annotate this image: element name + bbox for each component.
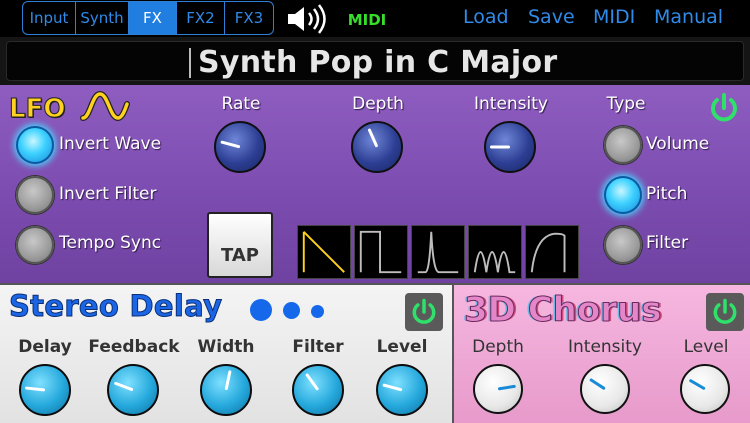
power-icon xyxy=(412,298,436,324)
lfo-power-button[interactable] xyxy=(706,90,742,126)
ramp-up-wave-icon[interactable] xyxy=(525,225,579,279)
chorus-title: 3D Chorus xyxy=(463,290,662,331)
saw-down-wave-icon[interactable] xyxy=(297,225,351,279)
midi-button[interactable]: MIDI xyxy=(593,6,635,28)
type-filter-toggle[interactable] xyxy=(604,226,642,264)
filter-knob[interactable] xyxy=(292,364,344,416)
tab-fx[interactable]: FX xyxy=(129,2,177,34)
preset-display[interactable]: Synth Pop in C Major xyxy=(6,41,744,81)
midi-logo-text: MIDI xyxy=(348,11,387,29)
feedback-knob[interactable] xyxy=(107,364,159,416)
delay-dot-large-icon xyxy=(250,299,272,321)
intensity-label: Intensity xyxy=(474,94,548,114)
save-button[interactable]: Save xyxy=(528,6,575,28)
tab-input[interactable]: Input xyxy=(23,2,76,34)
load-button[interactable]: Load xyxy=(463,6,509,28)
type-title: Type xyxy=(606,94,646,114)
power-icon xyxy=(713,298,737,324)
filter-label: Filter xyxy=(292,337,344,357)
width-label: Width xyxy=(197,337,255,357)
invert-filter-toggle[interactable] xyxy=(16,176,54,214)
tap-tempo-button[interactable]: TAP xyxy=(207,212,273,278)
top-bar: Input Synth FX FX2 FX3 MIDI Load Save MI… xyxy=(0,0,750,37)
preset-bar: Synth Pop in C Major xyxy=(0,37,750,85)
width-knob[interactable] xyxy=(200,364,252,416)
intensity-knob[interactable] xyxy=(484,121,536,173)
stereo-delay-panel: Stereo Delay Delay Feedback Width Filter… xyxy=(0,283,452,423)
delay-dot-medium-icon xyxy=(283,302,300,319)
midi-logo-icon[interactable]: MIDI xyxy=(346,9,388,29)
level-label: Level xyxy=(376,337,428,357)
type-volume-toggle[interactable] xyxy=(604,126,642,164)
tab-fx3[interactable]: FX3 xyxy=(225,2,273,34)
invert-wave-label: Invert Wave xyxy=(59,134,162,154)
spike-wave-icon[interactable] xyxy=(411,225,465,279)
type-filter-label: Filter xyxy=(646,233,689,253)
delay-power-button[interactable] xyxy=(405,293,443,331)
chorus-depth-knob[interactable] xyxy=(473,364,523,414)
depth-knob[interactable] xyxy=(351,121,403,173)
preset-name: Synth Pop in C Major xyxy=(198,45,558,80)
chorus-intensity-knob[interactable] xyxy=(580,364,630,414)
delay-time-knob[interactable] xyxy=(19,364,71,416)
type-volume-label: Volume xyxy=(646,134,710,154)
tab-synth[interactable]: Synth xyxy=(76,2,129,34)
depth-label: Depth xyxy=(352,94,404,114)
type-pitch-label: Pitch xyxy=(646,184,688,204)
lfo-panel: LFO Invert Wave Invert Filter Tempo Sync… xyxy=(0,85,750,283)
delay-dot-small-icon xyxy=(311,305,324,318)
level-knob[interactable] xyxy=(376,364,428,416)
speaker-icon[interactable] xyxy=(285,3,331,35)
tempo-sync-toggle[interactable] xyxy=(16,226,54,264)
triple-hump-wave-icon[interactable] xyxy=(468,225,522,279)
chorus-level-knob[interactable] xyxy=(680,364,730,414)
chorus-power-button[interactable] xyxy=(706,293,744,331)
fx-tabs: Input Synth FX FX2 FX3 xyxy=(22,1,274,35)
chorus-panel: 3D Chorus Depth Intensity Level xyxy=(452,283,750,423)
tempo-sync-label: Tempo Sync xyxy=(59,233,162,253)
sine-wave-icon xyxy=(80,90,130,122)
chorus-level-label: Level xyxy=(683,337,729,357)
invert-filter-label: Invert Filter xyxy=(59,184,157,204)
invert-wave-toggle[interactable] xyxy=(16,126,54,164)
square-wave-icon[interactable] xyxy=(354,225,408,279)
chorus-depth-label: Depth xyxy=(472,337,524,357)
feedback-label: Feedback xyxy=(88,337,180,357)
chorus-intensity-label: Intensity xyxy=(568,337,642,357)
waveform-selector xyxy=(297,225,579,279)
rate-knob[interactable] xyxy=(214,121,266,173)
rate-label: Rate xyxy=(221,94,261,114)
manual-button[interactable]: Manual xyxy=(654,6,723,28)
stereo-delay-title: Stereo Delay xyxy=(8,289,223,324)
type-pitch-toggle[interactable] xyxy=(604,176,642,214)
preset-divider xyxy=(189,48,191,78)
lfo-title: LFO xyxy=(8,94,66,125)
power-icon xyxy=(711,93,737,122)
tab-fx2[interactable]: FX2 xyxy=(177,2,225,34)
delay-time-label: Delay xyxy=(18,337,72,357)
